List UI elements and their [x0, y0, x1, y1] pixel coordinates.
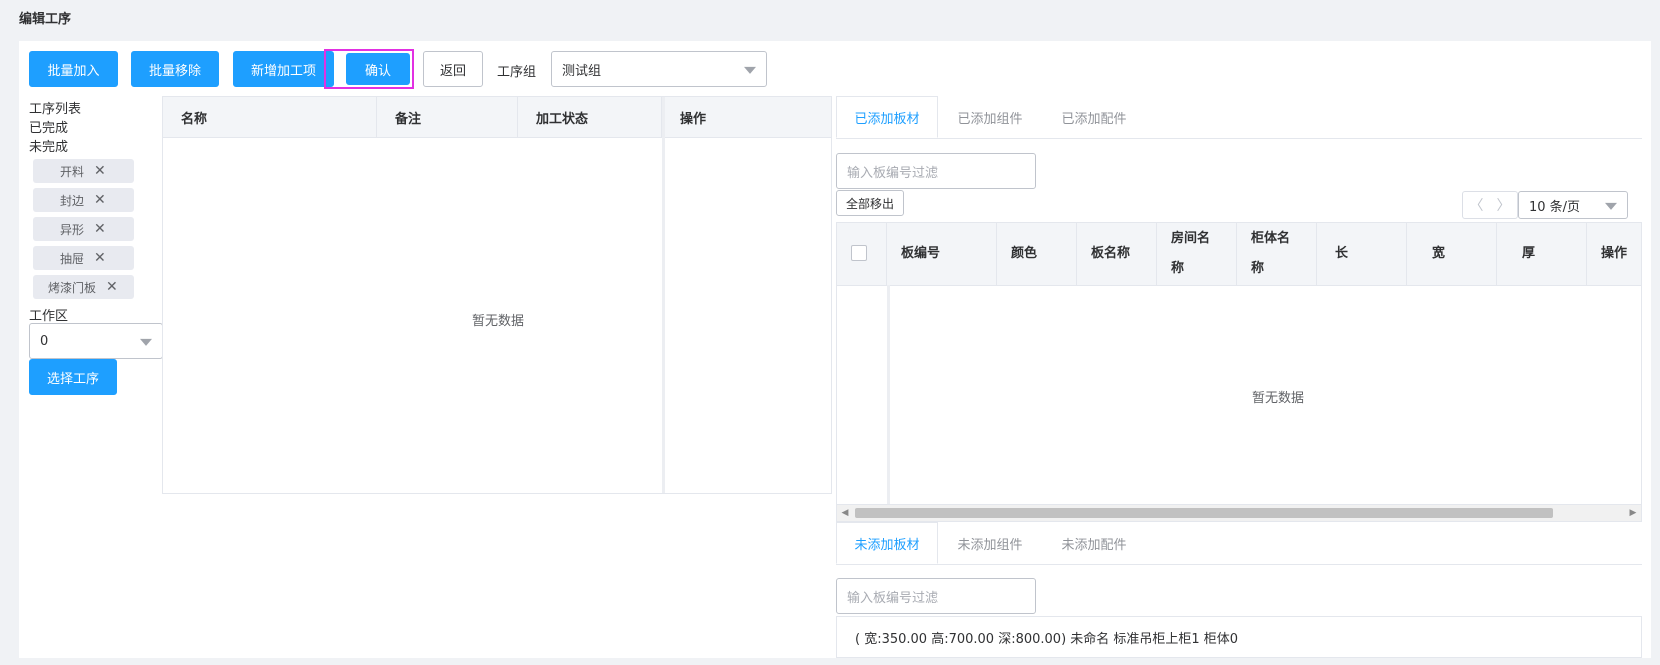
- process-tag[interactable]: 异形 ✕: [33, 217, 134, 241]
- close-icon[interactable]: ✕: [94, 250, 106, 266]
- back-button[interactable]: 返回: [423, 51, 483, 87]
- process-group-select[interactable]: 测试组: [551, 51, 767, 87]
- undone-label: 未完成: [29, 140, 69, 155]
- chevron-down-icon: [140, 338, 152, 346]
- tab-not-added-boards[interactable]: 未添加板材: [836, 522, 938, 564]
- empty-state-text: 暂无数据: [1252, 391, 1305, 406]
- column-header-thickness: 厚: [1497, 223, 1587, 285]
- page-size-select[interactable]: 10 条/页: [1518, 191, 1628, 219]
- column-header-remark: 备注: [377, 97, 518, 137]
- tab-added-boards[interactable]: 已添加板材: [836, 96, 938, 138]
- process-tag-label: 烤漆门板: [48, 280, 97, 295]
- added-boards-table-header: 板编号 颜色 板名称 房间名称 柜体名称 长 宽 厚 操作: [837, 223, 1641, 286]
- column-header-room-name: 房间名称: [1157, 223, 1237, 285]
- added-boards-table: 板编号 颜色 板名称 房间名称 柜体名称 长 宽 厚 操作 暂无数据 ◀ ▶: [836, 222, 1642, 522]
- page-size-value: 10 条/页: [1529, 199, 1581, 215]
- column-header-board-name: 板名称: [1077, 223, 1157, 285]
- added-board-filter-input[interactable]: 输入板编号过滤: [836, 153, 1036, 189]
- column-header-length: 长: [1317, 223, 1407, 285]
- fixed-column-divider: [662, 97, 665, 493]
- chevron-left-icon[interactable]: 〈: [1470, 195, 1484, 215]
- not-added-board-filter-input[interactable]: 输入板编号过滤: [836, 578, 1036, 614]
- empty-state-text: 暂无数据: [472, 314, 525, 329]
- tab-added-accessories[interactable]: 已添加配件: [1042, 96, 1146, 138]
- tab-added-components[interactable]: 已添加组件: [938, 96, 1042, 138]
- column-header-width: 宽: [1407, 223, 1497, 285]
- add-process-item-button[interactable]: 新增加工项: [233, 51, 334, 87]
- scroll-left-arrow[interactable]: ◀: [837, 505, 853, 521]
- confirm-button[interactable]: 确认: [346, 53, 410, 85]
- process-tag-label: 异形: [60, 222, 85, 237]
- fixed-column-divider: [887, 285, 890, 505]
- process-tag-label: 抽屉: [60, 251, 85, 266]
- process-group-label: 工序组: [497, 65, 537, 80]
- close-icon[interactable]: ✕: [94, 221, 106, 237]
- tab-not-added-components[interactable]: 未添加组件: [938, 522, 1042, 564]
- done-label: 已完成: [29, 121, 69, 136]
- work-area-select[interactable]: 0: [29, 323, 163, 359]
- column-header-name: 名称: [163, 97, 377, 137]
- chevron-down-icon: [744, 66, 756, 74]
- process-table-header: 名称 备注 加工状态 操作: [163, 97, 831, 138]
- select-process-button[interactable]: 选择工序: [29, 359, 117, 395]
- close-icon[interactable]: ✕: [94, 192, 106, 208]
- process-tag-label: 封边: [60, 193, 85, 208]
- batch-remove-button[interactable]: 批量移除: [131, 51, 219, 87]
- column-header-cabinet-name: 柜体名称: [1237, 223, 1317, 285]
- process-tag[interactable]: 烤漆门板 ✕: [33, 275, 134, 299]
- select-all-cell: [837, 223, 887, 285]
- chevron-right-icon[interactable]: 〉: [1497, 195, 1511, 215]
- tab-not-added-accessories[interactable]: 未添加配件: [1042, 522, 1146, 564]
- added-tabs: 已添加板材 已添加组件 已添加配件: [836, 96, 1642, 139]
- process-table: 名称 备注 加工状态 操作 暂无数据: [162, 96, 832, 494]
- not-added-tabs: 未添加板材 未添加组件 未添加配件: [836, 522, 1642, 565]
- close-icon[interactable]: ✕: [94, 163, 106, 179]
- scroll-thumb[interactable]: [855, 508, 1553, 518]
- horizontal-scrollbar[interactable]: ◀ ▶: [837, 504, 1641, 521]
- column-header-action: 操作: [680, 111, 707, 127]
- scroll-right-arrow[interactable]: ▶: [1625, 505, 1641, 521]
- process-tag[interactable]: 开料 ✕: [33, 159, 134, 183]
- process-tag-label: 开料: [60, 164, 85, 179]
- page-title: 编辑工序: [19, 12, 72, 27]
- process-tag[interactable]: 封边 ✕: [33, 188, 134, 212]
- select-all-checkbox[interactable]: [851, 245, 867, 261]
- remove-all-button[interactable]: 全部移出: [836, 190, 904, 216]
- pagination-arrows: 〈 〉: [1462, 191, 1518, 219]
- column-header-board-no: 板编号: [887, 223, 997, 285]
- column-header-action: 操作: [1601, 246, 1628, 261]
- work-area-label: 工作区: [29, 309, 69, 324]
- process-list-label: 工序列表: [29, 102, 82, 117]
- column-header-color: 颜色: [997, 223, 1077, 285]
- chevron-down-icon: [1605, 202, 1617, 210]
- work-area-value: 0: [40, 333, 49, 349]
- batch-add-button[interactable]: 批量加入: [29, 51, 118, 87]
- cabinet-list-item[interactable]: ( 宽:350.00 高:700.00 深:800.00) 未命名 标准吊柜上柜…: [836, 616, 1642, 658]
- close-icon[interactable]: ✕: [106, 279, 118, 295]
- process-tag[interactable]: 抽屉 ✕: [33, 246, 134, 270]
- column-header-status: 加工状态: [518, 97, 662, 137]
- process-group-value: 测试组: [562, 63, 602, 79]
